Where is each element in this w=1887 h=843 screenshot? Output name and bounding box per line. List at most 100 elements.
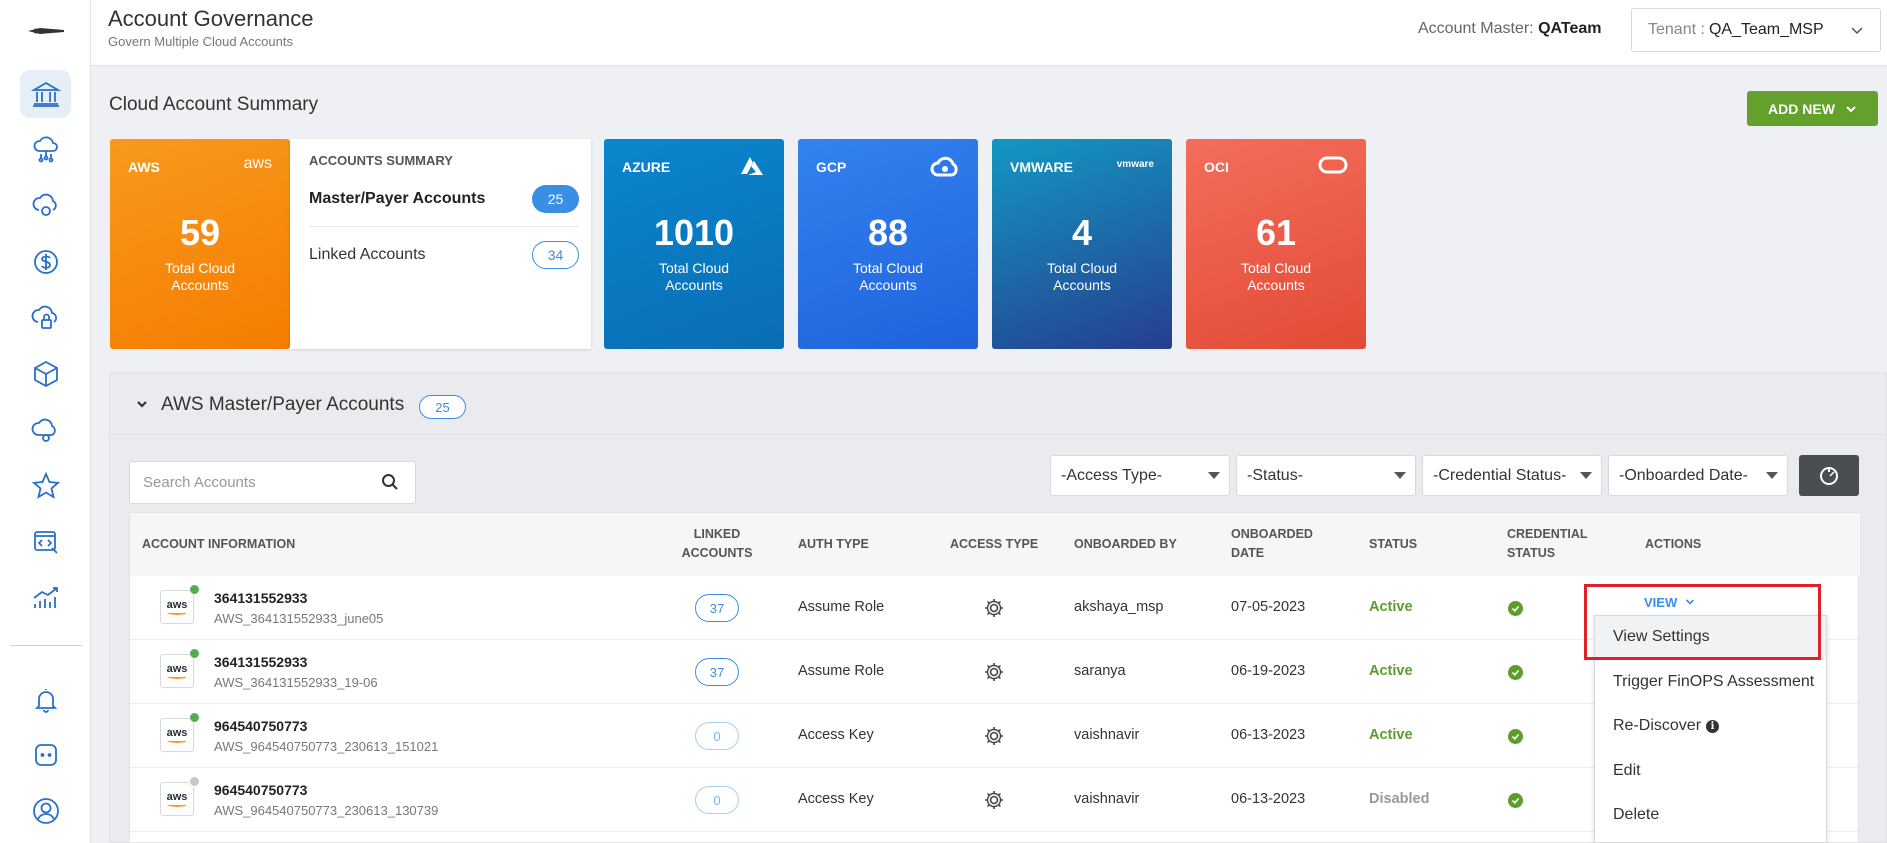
filter-value: -Status-	[1247, 466, 1304, 484]
tenant-select[interactable]: Tenant : QA_Team_MSP	[1631, 8, 1881, 52]
col-linked-accounts[interactable]: LINKED ACCOUNTS	[681, 525, 753, 563]
linked-accounts-badge[interactable]: 0	[695, 722, 739, 750]
account-name: AWS_364131552933_19-06	[214, 675, 378, 690]
star-icon	[31, 471, 60, 499]
menu-item-edit[interactable]: Edit	[1595, 750, 1826, 792]
linked-accounts-badge[interactable]: 37	[695, 594, 739, 622]
col-credential-status[interactable]: CREDENTIAL STATUS	[1507, 525, 1588, 563]
sidebar-item-cost[interactable]	[20, 238, 71, 286]
bell-icon	[34, 689, 57, 713]
onboarded-date-filter[interactable]: -Onboarded Date-	[1608, 455, 1788, 496]
azure-summary-card[interactable]: AZURE 1010 Total Cloud Accounts	[604, 139, 784, 349]
panel-count-badge: 25	[419, 395, 466, 419]
aws-logo-text: aws	[166, 790, 188, 803]
credential-status-filter[interactable]: -Credential Status-	[1422, 455, 1602, 496]
menu-item-view-settings[interactable]: View Settings	[1595, 616, 1826, 658]
offline-status-dot	[189, 776, 200, 787]
sidebar-item-devtools[interactable]	[20, 518, 71, 566]
credential-ok-icon	[1508, 729, 1523, 744]
search-icon[interactable]	[381, 473, 399, 491]
onboarded-date: 06-13-2023	[1231, 727, 1306, 743]
gear-icon	[985, 791, 1003, 809]
sidebar-item-cloud-ops[interactable]	[20, 182, 71, 230]
auth-type: Access Key	[798, 791, 874, 807]
add-new-button[interactable]: ADD NEW	[1747, 91, 1878, 126]
status-badge: Active	[1369, 727, 1413, 743]
linked-accounts-badge[interactable]: 0	[695, 786, 739, 814]
menu-item-trigger-finops[interactable]: Trigger FinOPS Assessment	[1595, 661, 1826, 703]
sidebar-item-resources[interactable]	[20, 350, 71, 398]
sidebar-item-analytics[interactable]	[20, 574, 71, 622]
menu-item-label: Re-Discover	[1613, 717, 1702, 734]
aws-logo-icon: aws	[160, 590, 194, 624]
status-badge: Disabled	[1369, 791, 1430, 807]
access-type-filter[interactable]: -Access Type-	[1050, 455, 1230, 496]
sidebar-item-cloud-network[interactable]	[20, 126, 71, 174]
gcp-cloud-icon	[930, 156, 958, 177]
linked-accounts-badge[interactable]: 37	[695, 658, 739, 686]
search-input[interactable]	[130, 462, 360, 503]
sidebar-item-notifications[interactable]	[20, 676, 71, 724]
auth-type: Assume Role	[798, 599, 885, 615]
onboarded-by: akshaya_msp	[1074, 599, 1164, 615]
onboarded-by: vaishnavir	[1074, 727, 1140, 743]
card-name: AWS	[128, 159, 160, 175]
chevron-down-icon	[1846, 105, 1856, 112]
sidebar-item-profile[interactable]	[20, 787, 71, 835]
sidebar-item-chat[interactable]	[20, 731, 71, 779]
gcp-summary-card[interactable]: GCP 88 Total Cloud Accounts	[798, 139, 978, 349]
oci-summary-card[interactable]: OCI 61 Total Cloud Accounts	[1186, 139, 1366, 349]
col-auth-type[interactable]: AUTH TYPE	[798, 535, 869, 554]
refresh-button[interactable]	[1799, 455, 1859, 496]
user-avatar-icon	[32, 798, 59, 824]
col-linked-line1: LINKED	[693, 527, 741, 541]
accounts-summary-title: ACCOUNTS SUMMARY	[309, 153, 453, 168]
linked-accounts-row[interactable]: Linked Accounts 34	[309, 227, 579, 283]
col-status[interactable]: STATUS	[1369, 535, 1417, 554]
col-linked-line2: ACCOUNTS	[681, 546, 753, 560]
chat-bot-icon	[34, 744, 57, 766]
sidebar-item-security[interactable]	[20, 294, 71, 342]
status-filter[interactable]: -Status-	[1236, 455, 1416, 496]
azure-logo-icon	[741, 157, 763, 175]
account-id[interactable]: 964540750773	[214, 718, 307, 734]
menu-item-label: Trigger FinOPS Assessment	[1613, 673, 1815, 690]
gear-icon	[985, 599, 1003, 617]
account-id[interactable]: 364131552933	[214, 590, 307, 606]
auth-type: Assume Role	[798, 663, 885, 679]
master-accounts-row[interactable]: Master/Payer Accounts 25	[309, 171, 579, 227]
card-name: GCP	[816, 159, 847, 175]
account-id[interactable]: 964540750773	[214, 782, 307, 798]
onboarded-by: vaishnavir	[1074, 791, 1140, 807]
online-status-dot	[189, 712, 200, 723]
vmware-summary-card[interactable]: VMWARE vmware 4 Total Cloud Accounts	[992, 139, 1172, 349]
col-account-info[interactable]: ACCOUNT INFORMATION	[142, 535, 295, 554]
panel-header[interactable]: AWS Master/Payer Accounts 25	[110, 373, 1887, 435]
col-access-type[interactable]: ACCESS TYPE	[950, 535, 1038, 554]
menu-item-label: Delete	[1613, 806, 1660, 823]
sidebar-item-governance[interactable]	[20, 70, 71, 118]
page-title: Account Governance	[108, 6, 314, 31]
cloud-settings-icon	[31, 418, 56, 442]
menu-item-rediscover[interactable]: Re-Discover i	[1595, 705, 1826, 747]
master-accounts-count: 25	[532, 184, 579, 213]
info-icon[interactable]: i	[1706, 719, 1720, 733]
account-name: AWS_964540750773_230613_151021	[214, 739, 439, 754]
panel-title: AWS Master/Payer Accounts	[161, 394, 405, 415]
aws-logo-text: aws	[166, 726, 188, 739]
account-master-label: Account Master:	[1418, 20, 1534, 37]
sidebar-item-cloud-settings[interactable]	[20, 406, 71, 454]
sidebar-item-favorites[interactable]	[20, 462, 71, 510]
linked-accounts-count: 34	[532, 241, 579, 269]
aws-logo-icon: aws	[160, 654, 194, 688]
summary-title: Cloud Account Summary	[109, 94, 319, 115]
col-onboarded-by[interactable]: ONBOARDED BY	[1074, 535, 1177, 554]
aws-summary-card[interactable]: AWS aws 59 Total Cloud Accounts	[110, 139, 290, 349]
account-id[interactable]: 364131552933	[214, 654, 307, 670]
menu-item-delete[interactable]: Delete	[1595, 794, 1826, 836]
auth-type: Access Key	[798, 727, 874, 743]
account-name: AWS_364131552933_june05	[214, 611, 384, 626]
view-actions-button[interactable]: VIEW	[1644, 595, 1695, 610]
col-onboarded-date[interactable]: ONBOARDED DATE	[1231, 525, 1313, 563]
online-status-dot	[189, 584, 200, 595]
